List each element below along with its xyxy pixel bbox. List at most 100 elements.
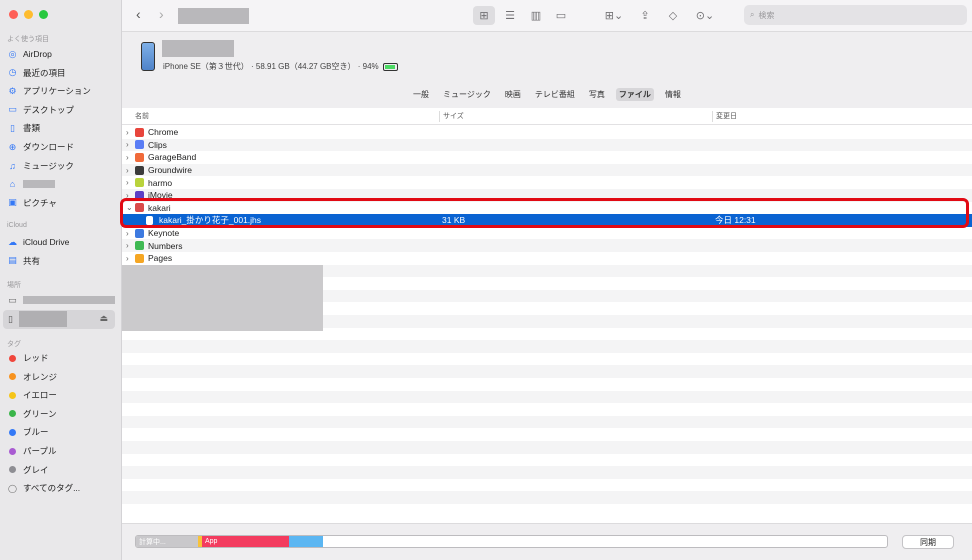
chevron-right-icon[interactable]: › xyxy=(126,178,129,187)
sync-button[interactable]: 同期 xyxy=(902,535,954,549)
gallery-view-button[interactable]: ▭ xyxy=(550,6,572,25)
more-icon: ⊙⌄ xyxy=(695,10,715,22)
tab-3[interactable]: テレビ番組 xyxy=(532,88,578,101)
sidebar-item-all-tags[interactable]: ◯ すべてのタグ... xyxy=(7,481,115,495)
storage-calculating: 計算中... xyxy=(136,536,198,547)
sidebar-item-ピクチャ[interactable]: ▣ ピクチャ xyxy=(7,196,115,210)
chevron-right-icon[interactable]: › xyxy=(126,140,129,149)
chevron-right-icon[interactable]: › xyxy=(126,153,129,162)
tab-6[interactable]: 情報 xyxy=(662,88,684,101)
icon-view-button[interactable]: ⊞ xyxy=(473,6,495,25)
sidebar-item-デスクトップ[interactable]: ▭ デスクトップ xyxy=(7,103,115,117)
folder-row[interactable]: › Groundwire xyxy=(122,163,972,177)
airdrop-icon: ◎ xyxy=(8,48,17,59)
share-button[interactable]: ⇪ xyxy=(634,6,656,25)
iphone-icon xyxy=(141,42,155,71)
sidebar-item-最近の項目[interactable]: ◷ 最近の項目 xyxy=(7,66,115,80)
sidebar-item-共有[interactable]: ▤ 共有 xyxy=(7,254,115,268)
sidebar-item-home[interactable]: ⌂ xyxy=(7,177,115,191)
app-icon xyxy=(135,241,144,251)
list-view-button[interactable]: ☰ xyxy=(499,6,521,25)
folder-row[interactable]: › Pages xyxy=(122,252,972,265)
close-button[interactable] xyxy=(9,10,18,19)
redacted-window-title xyxy=(178,8,249,24)
music-icon: ♫ xyxy=(9,160,16,171)
device-info-text: iPhone SE（第３世代） · 58.91 GB（44.27 GB空き） ·… xyxy=(163,62,379,71)
chevron-right-icon[interactable]: › xyxy=(126,128,129,137)
sidebar-item-label: 書類 xyxy=(23,123,41,134)
column-view-button[interactable]: ▥ xyxy=(525,6,547,25)
column-header-date[interactable]: 変更日 xyxy=(716,111,737,121)
tag-dot-icon xyxy=(9,466,16,474)
sidebar-tag-3[interactable]: グリーン xyxy=(7,407,115,421)
folder-row[interactable]: › Chrome xyxy=(122,126,972,139)
sidebar-tag-6[interactable]: グレイ xyxy=(7,463,115,477)
tab-4[interactable]: 写真 xyxy=(586,88,608,101)
sidebar-tag-label: パープル xyxy=(23,446,57,456)
app-icon xyxy=(135,253,144,263)
chevron-right-icon[interactable]: › xyxy=(126,229,129,238)
row-name: GarageBand xyxy=(148,152,197,163)
redacted-label xyxy=(23,180,55,189)
tab-1[interactable]: ミュージック xyxy=(440,88,494,101)
minimize-button[interactable] xyxy=(24,10,33,19)
sidebar-item-書類[interactable]: ▯ 書類 xyxy=(7,121,115,135)
sidebar-item-iCloud Drive[interactable]: ☁ iCloud Drive xyxy=(7,235,115,249)
tab-0[interactable]: 一般 xyxy=(410,88,432,101)
sidebar-item-AirDrop[interactable]: ◎ AirDrop xyxy=(7,47,115,61)
folder-row[interactable]: › Numbers xyxy=(122,239,972,252)
row-name: harmo xyxy=(148,177,173,188)
sidebar-item-label: AirDrop xyxy=(23,49,52,59)
sidebar-tag-label: オレンジ xyxy=(23,371,58,382)
column-header-name[interactable]: 名前 xyxy=(135,111,149,121)
tags-header: タグ xyxy=(7,341,21,348)
annotation-highlight xyxy=(120,198,969,228)
cloud-icon: ☁ xyxy=(8,236,17,247)
sidebar-item-ミュージック[interactable]: ♫ ミュージック xyxy=(7,159,115,173)
tab-5[interactable]: ファイル xyxy=(615,88,654,101)
chevron-right-icon[interactable]: › xyxy=(126,241,129,250)
folder-row[interactable]: › Keynote xyxy=(122,227,972,240)
sidebar-tag-1[interactable]: オレンジ xyxy=(7,370,115,384)
empty-row xyxy=(122,403,972,416)
column-header-size[interactable]: サイズ xyxy=(443,111,464,121)
storage-bar: 計算中... App xyxy=(135,535,888,548)
sidebar-item-ダウンロード[interactable]: ⊕ ダウンロード xyxy=(7,140,115,154)
tag-icon: ◇ xyxy=(668,10,678,22)
row-name: Clips xyxy=(148,139,167,150)
tag-button[interactable]: ◇ xyxy=(662,6,684,25)
sidebar-tag-5[interactable]: パープル xyxy=(7,444,115,458)
forward-button[interactable]: › xyxy=(159,6,164,22)
sidebar-item-アプリケーション[interactable]: ⚙ アプリケーション xyxy=(7,84,115,98)
sidebar-item-label: 共有 xyxy=(23,255,41,266)
group-button[interactable]: ⊞⌄ xyxy=(600,6,628,25)
sidebar-item-label: ピクチャ xyxy=(23,197,57,208)
chevron-right-icon[interactable]: › xyxy=(126,254,129,263)
sidebar-tag-4[interactable]: ブルー xyxy=(7,425,115,439)
sidebar-tag-2[interactable]: イエロー xyxy=(7,388,115,402)
empty-row xyxy=(122,454,972,467)
window-controls xyxy=(9,10,48,19)
sidebar-item-iphone[interactable]: ▯ ⏏ xyxy=(3,310,115,329)
action-button[interactable]: ⊙⌄ xyxy=(690,6,720,25)
empty-row xyxy=(122,466,972,479)
tag-dot-icon xyxy=(9,410,16,418)
device-info: iPhone SE（第３世代） · 58.91 GB（44.27 GB空き） ·… xyxy=(163,61,398,72)
zoom-button[interactable] xyxy=(39,10,48,19)
folder-row[interactable]: › Clips xyxy=(122,138,972,152)
desktop-icon: ▭ xyxy=(8,104,17,115)
clock-icon: ◷ xyxy=(8,67,17,78)
sidebar-tag-label: グレイ xyxy=(23,464,49,475)
search-input[interactable]: ⌕ 検索 xyxy=(744,5,967,25)
back-button[interactable]: ‹ xyxy=(136,6,141,22)
sidebar-item-mac[interactable]: ▭ xyxy=(7,293,115,307)
app-icon xyxy=(135,228,144,238)
list-icon: ☰ xyxy=(505,10,515,22)
chevron-right-icon[interactable]: › xyxy=(126,166,129,175)
folder-row[interactable]: › GarageBand xyxy=(122,151,972,164)
sidebar-tag-0[interactable]: レッド xyxy=(7,351,115,365)
folder-row[interactable]: › harmo xyxy=(122,176,972,189)
eject-icon[interactable]: ⏏ xyxy=(99,313,108,324)
tab-2[interactable]: 映画 xyxy=(502,88,524,101)
tag-dot-icon xyxy=(9,447,16,455)
